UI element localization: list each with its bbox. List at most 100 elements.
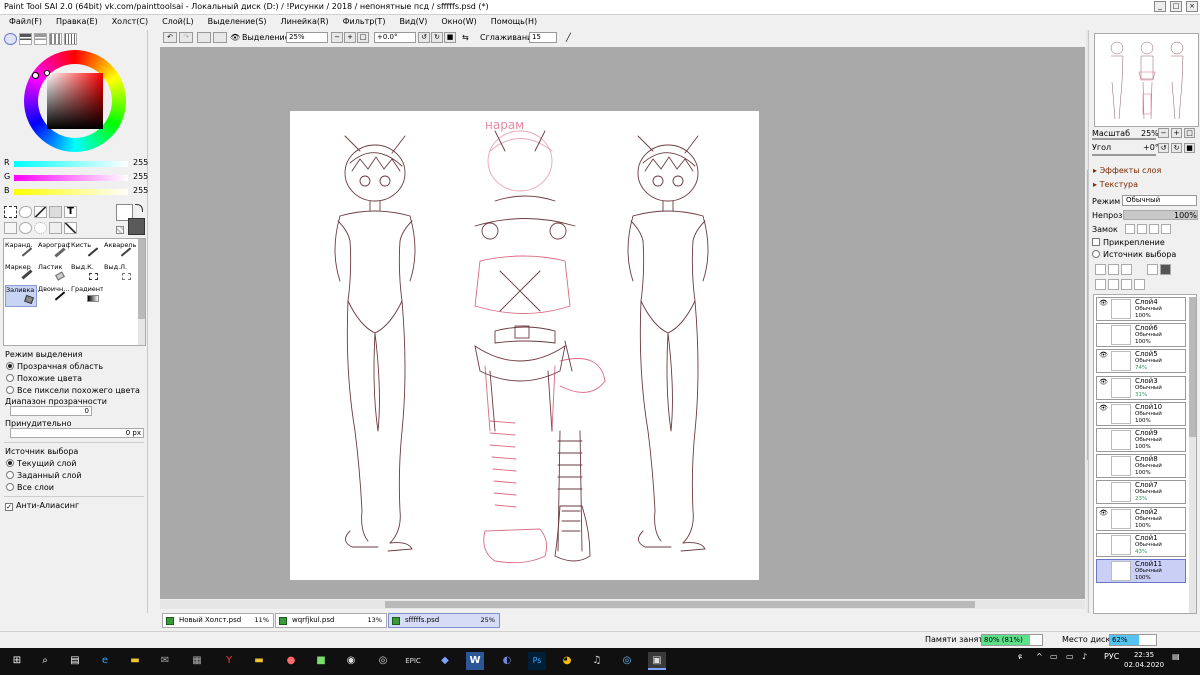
lock-transparency-icon[interactable] bbox=[1125, 224, 1135, 234]
navigator-preview[interactable] bbox=[1094, 33, 1199, 127]
doc-tab-new-canvas[interactable]: Новый Холст.psd 11% bbox=[162, 613, 274, 628]
flip-horizontal-icon[interactable]: ⇆ bbox=[462, 32, 469, 43]
redo-button[interactable]: ↷ bbox=[179, 32, 193, 43]
antialias-checkbox[interactable]: ✓ Анти-Алиасинг bbox=[5, 501, 79, 511]
menu-help[interactable]: Помощь(H) bbox=[491, 15, 537, 29]
selection-source-checkbox[interactable]: Источник выбора bbox=[1092, 250, 1176, 259]
magic-wand-icon[interactable] bbox=[34, 206, 47, 218]
scale-slider[interactable] bbox=[1092, 138, 1156, 140]
menu-edit[interactable]: Правка(E) bbox=[56, 15, 98, 29]
eyedropper-icon[interactable] bbox=[64, 222, 77, 234]
eye-hidden-icon[interactable] bbox=[1099, 457, 1108, 464]
hsv-slider-tab-icon[interactable] bbox=[34, 33, 47, 45]
rect-select-icon[interactable] bbox=[4, 206, 17, 218]
steam-client-icon[interactable]: ◎ bbox=[618, 652, 636, 670]
transparent-color-icon[interactable] bbox=[116, 226, 124, 234]
maximize-button[interactable]: □ bbox=[1170, 1, 1182, 12]
tool-airbrush[interactable]: Аэрограф bbox=[38, 241, 70, 263]
language-indicator[interactable]: РУС bbox=[1104, 652, 1119, 661]
source-option-current[interactable]: Текущий слой bbox=[6, 459, 76, 468]
menu-ruler[interactable]: Линейка(R) bbox=[281, 15, 329, 29]
layer-mask-icon[interactable] bbox=[1160, 264, 1171, 275]
clear-layer-icon[interactable] bbox=[1121, 279, 1132, 290]
rotate-icon[interactable] bbox=[34, 222, 47, 234]
sai-taskbar-icon[interactable]: ▣ bbox=[648, 652, 666, 670]
notifications-icon[interactable]: ▤ bbox=[1172, 652, 1180, 661]
rotate-right-button[interactable]: ↻ bbox=[431, 32, 443, 43]
color-wheel-tab-icon[interactable] bbox=[4, 33, 17, 45]
color-wheel[interactable] bbox=[24, 50, 126, 152]
undo-button[interactable]: ↶ bbox=[163, 32, 177, 43]
search-icon[interactable]: ⌕ bbox=[36, 652, 54, 670]
layer-row[interactable]: Слой8 Обычный 100% bbox=[1096, 454, 1186, 479]
menu-filter[interactable]: Фильтр(T) bbox=[343, 15, 386, 29]
layer-row[interactable]: 👁 Слой5 Обычный 74% bbox=[1096, 349, 1186, 374]
tool-binary-pen[interactable]: Двоичн... bbox=[38, 285, 70, 307]
tray-app-icon[interactable]: ▭ bbox=[1050, 652, 1058, 661]
tool-bucket[interactable]: Заливка bbox=[5, 285, 37, 307]
people-icon[interactable]: ዩ bbox=[1018, 652, 1022, 662]
eye-icon[interactable]: 👁 bbox=[1099, 352, 1108, 359]
doc-tab-sfffffs[interactable]: sfffffs.psd 25% bbox=[388, 613, 500, 628]
windows-start-icon[interactable]: ⊞ bbox=[8, 652, 26, 670]
invert-selection-button[interactable] bbox=[213, 32, 227, 43]
tray-arrow-icon[interactable]: ^ bbox=[1036, 652, 1043, 661]
network-icon[interactable]: ▭ bbox=[1066, 652, 1074, 661]
angle-select[interactable]: +0.0° bbox=[374, 32, 416, 43]
angle-reset-button[interactable]: ■ bbox=[1184, 143, 1195, 153]
layer-row[interactable]: 👁 Слой3 Обычный 31% bbox=[1096, 375, 1186, 400]
folder-icon[interactable]: ▬ bbox=[250, 652, 268, 670]
tool-gradient[interactable]: Градиент bbox=[71, 285, 103, 307]
angle-slider[interactable] bbox=[1092, 154, 1156, 156]
mode-option-transparent[interactable]: Прозрачная область bbox=[6, 362, 103, 371]
menu-file[interactable]: Файл(F) bbox=[9, 15, 42, 29]
angle-right-button[interactable]: ↻ bbox=[1171, 143, 1182, 153]
eye-icon[interactable]: 👁 bbox=[1099, 378, 1108, 386]
merge-down-icon[interactable] bbox=[1095, 279, 1106, 290]
chrome-icon[interactable]: ◕ bbox=[558, 652, 576, 670]
zoom-in-button[interactable]: + bbox=[344, 32, 356, 43]
red-slider[interactable] bbox=[14, 161, 128, 167]
paint-icon[interactable]: ● bbox=[282, 652, 300, 670]
tool-eraser[interactable]: Ластик bbox=[38, 263, 70, 285]
zoom-out-button[interactable]: − bbox=[331, 32, 343, 43]
selection-visibility-icon[interactable]: 👁 bbox=[230, 32, 240, 43]
yandex-browser-icon[interactable]: Y bbox=[220, 652, 238, 670]
tool-grid-scrollbar[interactable] bbox=[138, 239, 145, 345]
layer-row[interactable]: Слой11 Обычный 100% bbox=[1096, 559, 1186, 583]
eye-hidden-icon[interactable] bbox=[1099, 431, 1108, 438]
lock-draw-icon[interactable] bbox=[1137, 224, 1147, 234]
saturation-value-box[interactable] bbox=[47, 73, 103, 129]
tool-select-eraser[interactable]: Выд.Л. bbox=[104, 263, 136, 285]
rotate-reset-button[interactable]: ■ bbox=[444, 32, 456, 43]
epic-games-icon[interactable]: EPIC bbox=[404, 652, 422, 670]
menu-window[interactable]: Окно(W) bbox=[441, 15, 476, 29]
pen-pressure-icon[interactable]: ╱ bbox=[566, 32, 571, 43]
texture-section[interactable]: ▸ Текстура bbox=[1093, 180, 1138, 189]
layer-move-icon[interactable] bbox=[1147, 264, 1158, 275]
lasso-icon[interactable] bbox=[19, 206, 32, 218]
eye-hidden-icon[interactable] bbox=[1099, 483, 1108, 490]
forced-field[interactable]: 0 px bbox=[10, 428, 144, 438]
tool-select-pen[interactable]: Выд.К. bbox=[71, 263, 103, 285]
layer-list-scrollbar[interactable] bbox=[1189, 297, 1196, 613]
layer-effects-section[interactable]: ▸ Эффекты слоя bbox=[1093, 166, 1161, 175]
new-linework-layer-icon[interactable] bbox=[1108, 264, 1119, 275]
steam-icon[interactable]: ◎ bbox=[374, 652, 392, 670]
scale-increase-button[interactable]: + bbox=[1171, 128, 1182, 138]
clip-checkbox[interactable]: Прикрепление bbox=[1092, 238, 1165, 247]
layer-row[interactable]: Слой6 Обычный 100% bbox=[1096, 323, 1186, 348]
task-view-icon[interactable]: ▤ bbox=[66, 652, 84, 670]
move-icon[interactable] bbox=[49, 206, 62, 218]
doc-tab-wqrfjkul[interactable]: wqrfjkul.psd 13% bbox=[275, 613, 387, 628]
blue-slider[interactable] bbox=[14, 189, 128, 195]
file-explorer-icon[interactable]: ▬ bbox=[126, 652, 144, 670]
app2-icon[interactable]: ◆ bbox=[436, 652, 454, 670]
deselect-button[interactable] bbox=[197, 32, 211, 43]
eye-icon[interactable]: 👁 bbox=[1099, 509, 1108, 517]
photoshop-icon[interactable]: Ps bbox=[528, 652, 546, 670]
source-option-all[interactable]: Все слои bbox=[6, 483, 54, 492]
pan-icon[interactable] bbox=[49, 222, 62, 234]
layer-row[interactable]: Слой1 Обычный 43% bbox=[1096, 532, 1186, 557]
swap-colors-icon[interactable] bbox=[135, 204, 143, 212]
